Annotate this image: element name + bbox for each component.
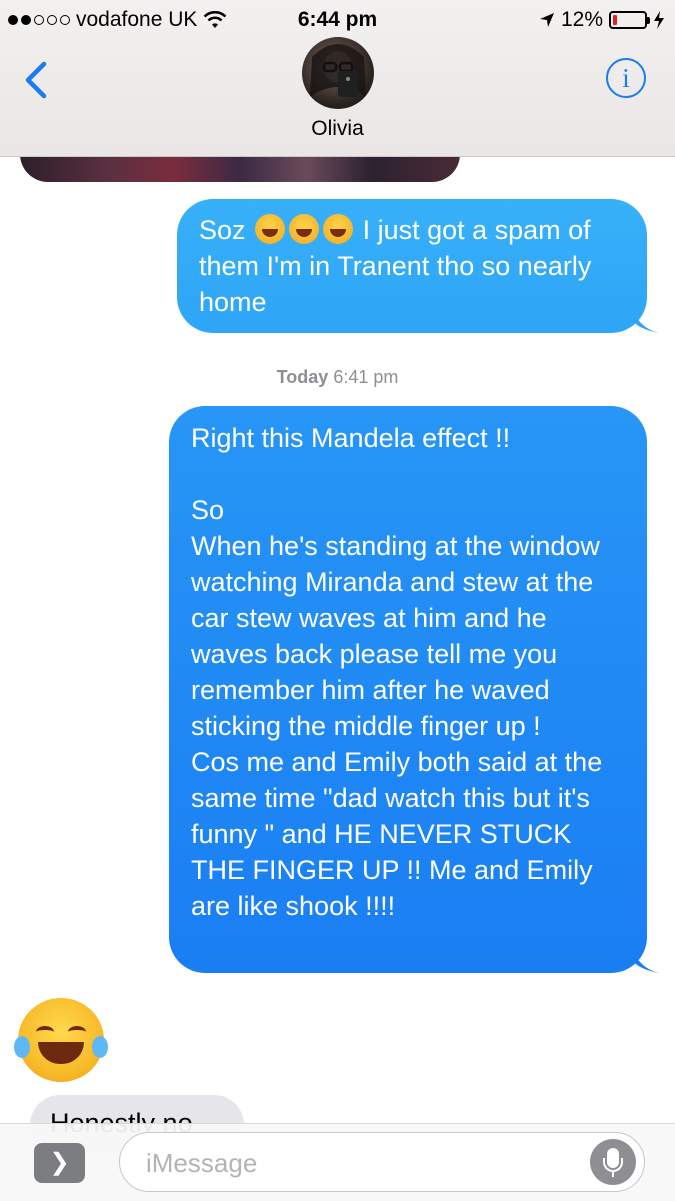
message-timestamp: Today 6:41 pm [0,367,675,388]
sent-message-bubble[interactable]: Right this Mandela effect !! So When he'… [169,406,659,973]
timestamp-time: 6:41 pm [333,367,399,387]
sent-message-bubble[interactable]: Soz I just got a spam of them I'm in Tra… [177,199,659,333]
timestamp-day: Today [276,367,329,387]
battery-percentage: 12% [560,8,603,31]
tears-of-joy-emoji-icon [289,214,320,244]
bubble-tail [633,947,659,973]
tears-of-joy-emoji-icon [255,214,286,244]
info-button[interactable]: i [606,58,646,98]
message-text: Right this Mandela effect !! So When he'… [191,423,603,921]
tears-of-joy-emoji-icon[interactable] [14,998,108,1082]
battery-icon [609,11,650,29]
contact-name[interactable]: Olivia [0,117,675,141]
contact-avatar[interactable] [302,37,374,109]
message-field[interactable] [119,1132,645,1192]
charging-bolt-icon [654,11,664,29]
tears-of-joy-emoji-icon [323,214,354,244]
status-bar: vodafone UK 6:44 pm 12% [0,0,675,38]
message-text: Soz [199,215,246,245]
location-arrow-icon [539,13,554,27]
back-chevron-icon[interactable] [18,60,58,100]
microphone-icon[interactable] [590,1139,636,1185]
message-input-bar: ❯ [0,1123,675,1201]
battery-level-fill [613,15,617,25]
app-drawer-button[interactable]: ❯ [34,1143,85,1183]
bubble-tail [633,307,659,333]
imessage-input[interactable] [144,1145,588,1181]
